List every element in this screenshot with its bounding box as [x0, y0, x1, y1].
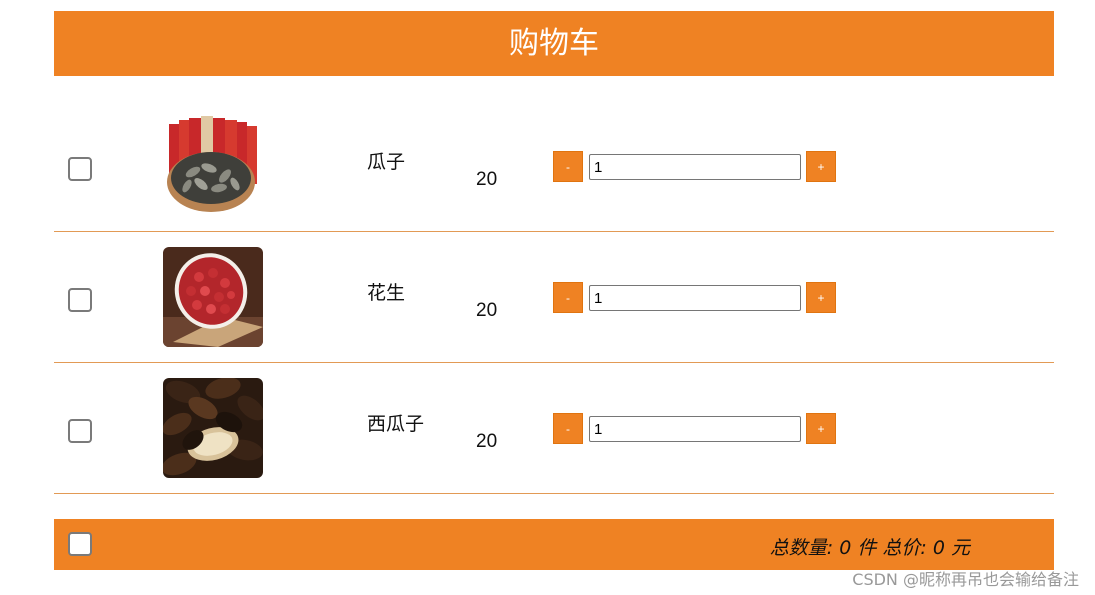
total-price-label: 总价:: [882, 537, 927, 559]
cart-item-row: 西瓜子 20 - +: [54, 363, 1054, 494]
total-count-label: 总数量:: [769, 537, 834, 559]
cart-summary: 总数量: 0 件 总价: 0 元: [770, 533, 970, 560]
watermelon-seeds-image: [163, 378, 263, 478]
sunflower-seeds-image: [163, 116, 263, 216]
watermark: CSDN @昵称再吊也会输给备注: [852, 570, 1079, 589]
item-price: 20: [476, 169, 498, 190]
item-price: 20: [476, 431, 498, 452]
item-name: 瓜子: [367, 151, 406, 173]
cart-items-list: 瓜子 20 - +: [54, 101, 1054, 494]
item-select-checkbox[interactable]: [68, 157, 92, 181]
shopping-cart: 购物车 瓜子 20 - 1 + 花生 20 - 1 + 西瓜子 20 - 1 +…: [54, 11, 1054, 570]
decrease-quantity-button[interactable]: -: [553, 282, 583, 313]
total-price-value: 0: [932, 537, 945, 559]
quantity-input[interactable]: [589, 154, 801, 180]
cart-item-row: 花生 20 - +: [54, 232, 1054, 363]
decrease-quantity-button[interactable]: -: [553, 413, 583, 444]
item-name: 花生: [367, 282, 406, 304]
price-unit: 元: [950, 537, 970, 559]
count-unit: 件: [857, 537, 877, 559]
increase-quantity-button[interactable]: +: [806, 151, 836, 182]
select-all-checkbox[interactable]: [68, 532, 92, 556]
page-title: 购物车: [509, 26, 599, 61]
item-name: 西瓜子: [367, 413, 425, 435]
cart-header: 购物车: [54, 11, 1054, 76]
decrease-quantity-button[interactable]: -: [553, 151, 583, 182]
increase-quantity-button[interactable]: +: [806, 282, 836, 313]
item-select-checkbox[interactable]: [68, 288, 92, 312]
quantity-input[interactable]: [589, 285, 801, 311]
cart-item-row: 瓜子 20 - +: [54, 101, 1054, 232]
quantity-input[interactable]: [589, 416, 801, 442]
item-price: 20: [476, 300, 498, 321]
peanuts-image: [163, 247, 263, 347]
cart-footer: 总数量: 0 件 总价: 0 元: [54, 519, 1054, 570]
item-select-checkbox[interactable]: [68, 419, 92, 443]
increase-quantity-button[interactable]: +: [806, 413, 836, 444]
total-count-value: 0: [839, 537, 852, 559]
